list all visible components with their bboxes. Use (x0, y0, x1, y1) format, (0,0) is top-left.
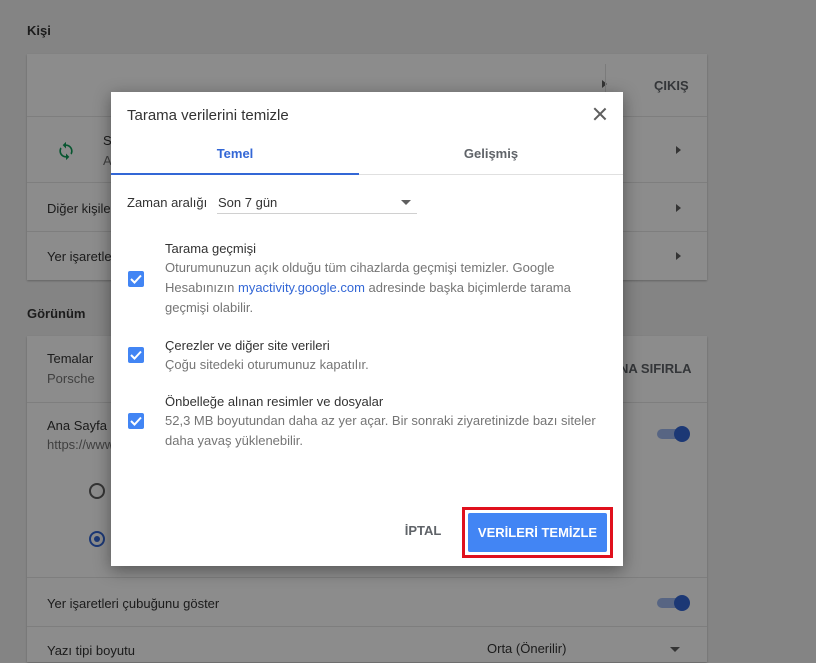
cookies-checkbox[interactable] (128, 347, 144, 363)
checkmark-icon (130, 274, 142, 284)
time-range-value: Son 7 gün (218, 195, 278, 210)
time-range-label: Zaman aralığı (127, 195, 208, 210)
option-title: Tarama geçmişi (165, 241, 257, 256)
option-description: Çoğu sitedeki oturumunuz kapatılır. (165, 357, 369, 372)
tab-basic[interactable]: Temel (111, 136, 359, 175)
option-title: Önbelleğe alınan resimler ve dosyalar (165, 394, 384, 409)
option-title: Çerezler ve diğer site verileri (165, 338, 330, 353)
browsing-history-checkbox[interactable] (128, 271, 144, 287)
option-description: 52,3 MB boyutundan daha az yer açar. Bir… (165, 413, 596, 448)
dialog-tabs: Temel Gelişmiş (111, 136, 623, 175)
option-description: Oturumunuzun açık olduğu tüm cihazlarda … (165, 260, 571, 315)
tab-advanced[interactable]: Gelişmiş (367, 136, 615, 174)
clear-browsing-data-dialog: Tarama verilerini temizle Temel Gelişmiş… (111, 92, 623, 566)
close-icon[interactable] (591, 105, 609, 123)
checkmark-icon (130, 416, 142, 426)
tab-indicator (111, 173, 359, 175)
cancel-button[interactable]: İPTAL (393, 514, 453, 548)
tab-advanced-label: Gelişmiş (463, 146, 519, 161)
myactivity-link[interactable]: myactivity.google.com (238, 280, 365, 295)
cache-checkbox[interactable] (128, 413, 144, 429)
dropdown-arrow-icon (401, 200, 411, 205)
clear-data-button[interactable]: VERİLERİ TEMİZLE (468, 513, 607, 552)
checkmark-icon (130, 350, 142, 360)
dialog-title: Tarama verilerini temizle (127, 107, 289, 124)
tab-basic-label: Temel (216, 146, 254, 161)
time-range-select[interactable]: Son 7 gün (217, 191, 417, 214)
